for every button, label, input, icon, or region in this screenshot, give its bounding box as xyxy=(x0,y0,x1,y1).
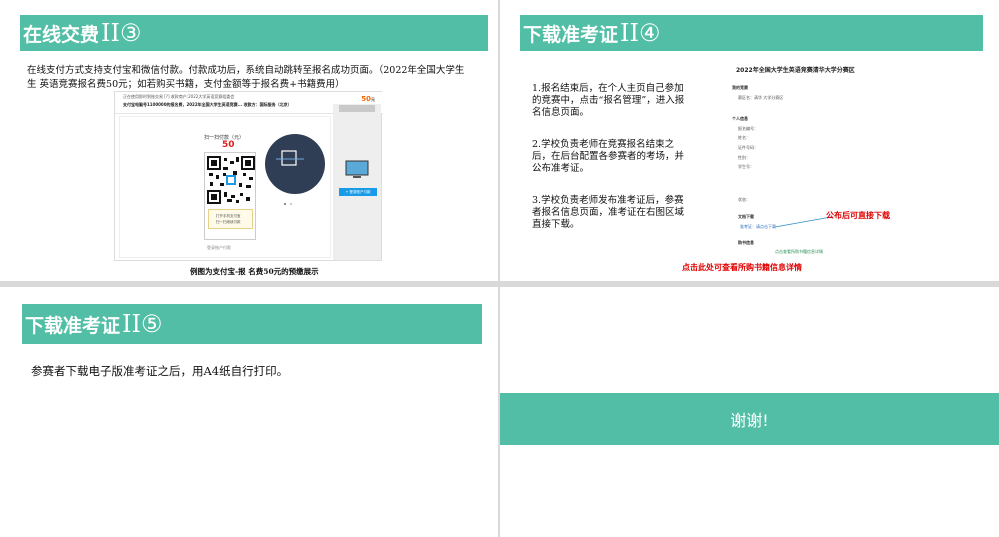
info-row: 证件号码： xyxy=(738,145,758,150)
slide1-number: II③ xyxy=(101,19,142,47)
slide2-banner: 下载准考证 II④ xyxy=(520,15,983,51)
slide-download-admission-ticket: 下载准考证 II④ 1.报名结束后，在个人主页自己参加的竞赛中，点击“报名管理”… xyxy=(500,0,999,281)
book-info-note: 点击此处可查看所购书籍信息详情 xyxy=(682,263,802,272)
desc-line-1: 在线支付方式支持支付宝和微信付款。付款成功后，系统自动跳转至报名成功页面。（20… xyxy=(27,65,465,76)
scan-hint-2: 扫一扫继续付款 xyxy=(216,220,241,224)
phone-scan-illustration xyxy=(265,134,325,194)
payment-page-screenshot: 正在使用即时到账交易 [?] 收款商户:2022大学英语竞赛组委会 支付宝电脑号… xyxy=(114,91,383,261)
info-row: 报名编号： xyxy=(738,126,758,131)
info-row: 学生号： xyxy=(738,164,754,169)
slide1-caption: 例图为支付宝-报 名费50元的预缴展示 xyxy=(190,267,319,276)
pc-pay-tab[interactable] xyxy=(339,105,375,112)
section-book-purchase: 购书信息 xyxy=(738,240,754,245)
slide1-banner: 在线交费 II③ xyxy=(20,15,488,51)
payment-header-amount: 50元 xyxy=(361,95,375,103)
scan-hint-1: 打开手机支付宝 xyxy=(216,214,241,218)
admission-ticket-download-link[interactable]: 准考证：请点击下载 xyxy=(740,224,776,230)
slide2-title: 下载准考证 xyxy=(523,23,619,46)
thanks-banner: 谢谢! xyxy=(500,393,999,445)
pc-pay-panel: + 登录账户付款 xyxy=(333,104,381,260)
desc-line-2: 生 英语竞赛报名费50元；如若购买书籍，支付金额等于报名费+书籍费用） xyxy=(27,79,345,90)
slide-thanks: 谢谢! xyxy=(500,287,999,537)
slide2-number: II④ xyxy=(620,19,661,47)
qr-amount: 50 xyxy=(222,140,235,150)
slide1-title: 在线交费 xyxy=(23,23,100,46)
registration-page-title: 2022年全国大学生英语竞赛清华大学分赛区 xyxy=(736,67,855,74)
field-contest-area: 赛区名：清华 大学分赛区 xyxy=(738,95,784,100)
step-3-text: 3.学校负责老师发布准考证后，参赛者报名信息页面，准考证在右图区域直接下载。 xyxy=(532,195,685,230)
registration-info-screenshot: 2022年全国大学生英语竞赛清华大学分赛区 我的竞赛 赛区名：清华 大学分赛区 … xyxy=(730,62,930,262)
slide3-number: II⑤ xyxy=(122,310,163,338)
qr-card: 打开手机支付宝 扫一扫继续付款 xyxy=(204,152,256,240)
step-2-text: 2.学校负责老师在竞赛报名结束之后，在后台配置各参赛者的考场，并公布准考证。 xyxy=(532,139,685,174)
computer-icon xyxy=(345,160,369,178)
slide3-body: 参赛者下载电子版准考证之后，用A4纸自行打印。 xyxy=(31,364,289,378)
section-downloads: 文档下载 xyxy=(738,214,754,219)
slide3-banner: 下载准考证 II⑤ xyxy=(22,304,482,344)
info-row: 姓名： xyxy=(738,135,750,140)
book-details-link[interactable]: 点击查看所购书籍信息详情 xyxy=(775,249,823,255)
slide-print-admission-ticket: 下载准考证 II⑤ 参赛者下载电子版准考证之后，用A4纸自行打印。 xyxy=(0,287,498,537)
qr-panel: 扫一扫付款（元） 50 打开手机支付宝 扫一扫继续付款 登录账户付款 xyxy=(119,116,331,258)
info-row: 性别： xyxy=(738,155,750,160)
payment-header-line1: 正在使用即时到账交易 [?] 收款商户:2022大学英语竞赛组委会 xyxy=(123,94,235,99)
slide-online-payment: 在线交费 II③ 在线支付方式支持支付宝和微信付款。付款成功后，系统自动跳转至报… xyxy=(0,0,498,281)
section-my-contest: 我的竞赛 xyxy=(732,85,748,90)
status-row: 状态： xyxy=(738,197,750,202)
login-pay-link[interactable]: 登录账户付款 xyxy=(207,245,231,251)
qr-code-icon[interactable] xyxy=(206,155,256,205)
scan-hint-box: 打开手机支付宝 扫一扫继续付款 xyxy=(208,209,253,229)
slide3-title: 下载准考证 xyxy=(25,314,121,337)
carousel-dot xyxy=(290,203,292,205)
annotation-direct-download: 公布后可直接下载 xyxy=(826,211,890,220)
slide1-description: 在线支付方式支持支付宝和微信付款。付款成功后，系统自动跳转至报名成功页面。（20… xyxy=(27,64,487,92)
carousel-dot xyxy=(284,203,286,205)
annotation-arrow-icon xyxy=(774,216,832,228)
payment-header-line2: 支付宝电脑号1100000的报名费，2022年全国大学生英语竞赛... 收款方：… xyxy=(123,102,292,107)
thanks-text: 谢谢! xyxy=(730,411,769,430)
step-1-text: 1.报名结束后，在个人主页自己参加的竞赛中，点击“报名管理”，进入报名信息页面。 xyxy=(532,83,685,118)
section-personal-info: 个人信息 xyxy=(732,116,748,121)
login-account-pay-button[interactable]: + 登录账户付款 xyxy=(339,188,377,196)
